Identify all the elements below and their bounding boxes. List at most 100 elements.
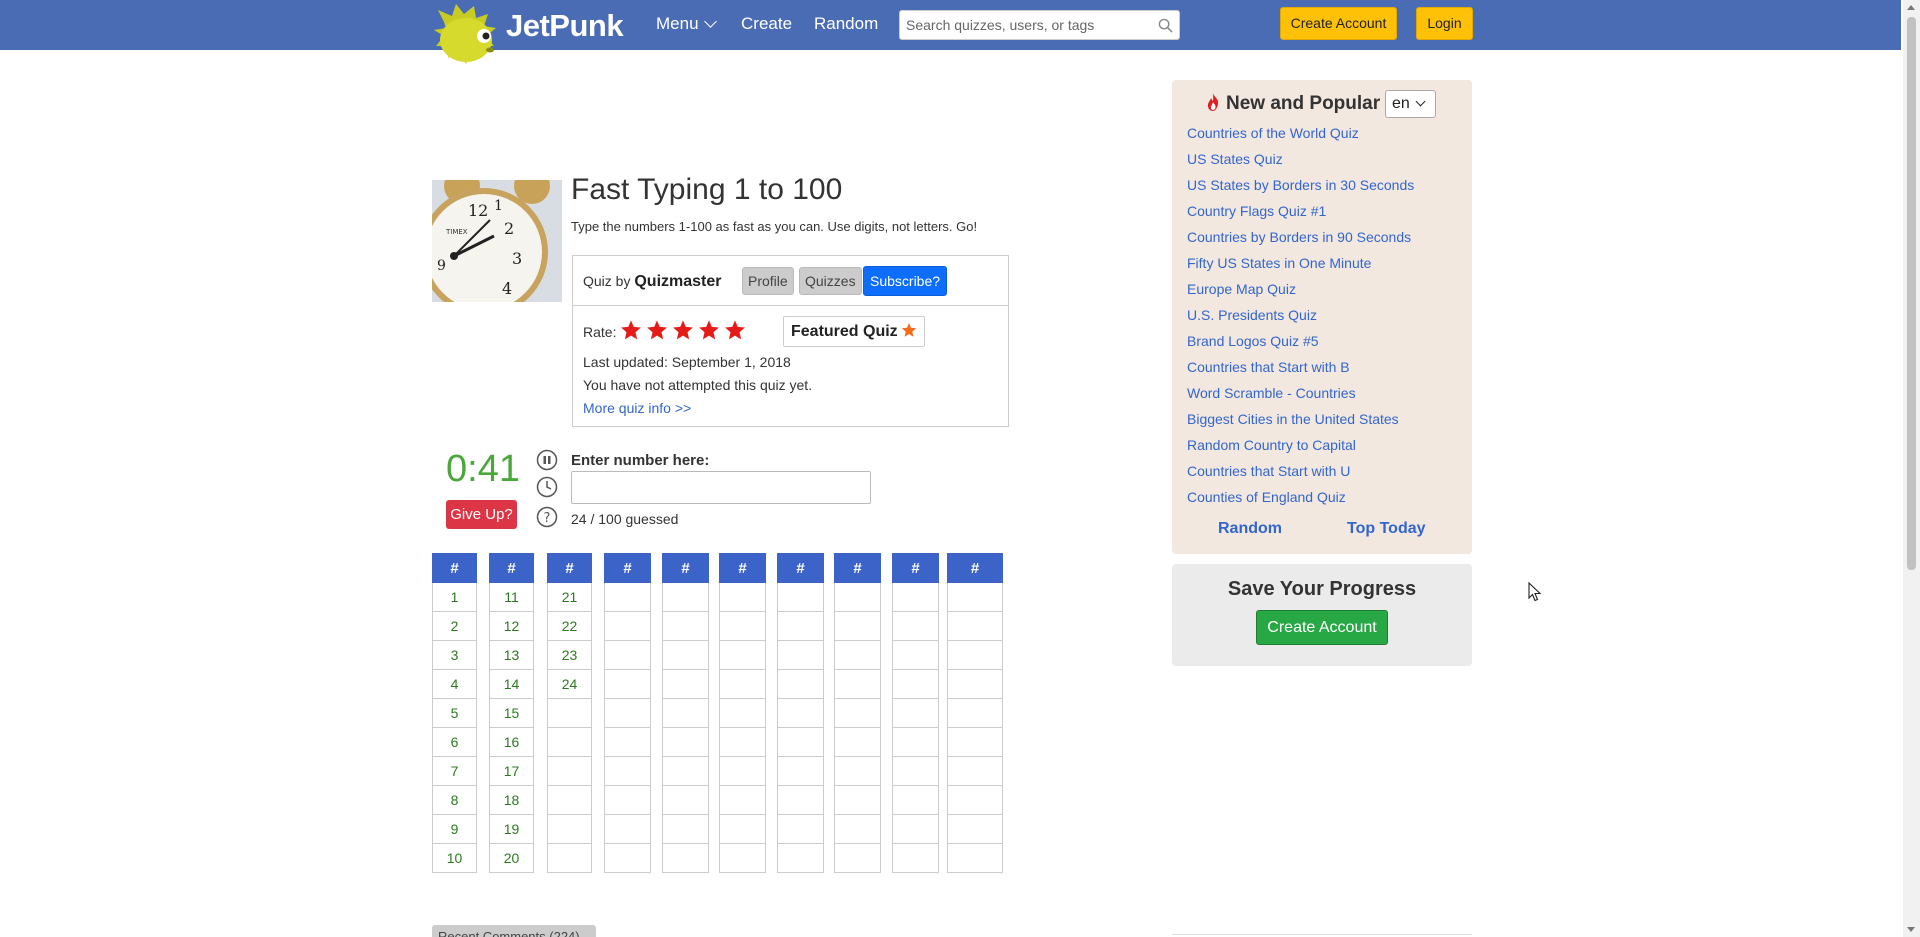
answer-cell bbox=[604, 757, 651, 786]
popular-quiz-link[interactable]: Countries by Borders in 90 Seconds bbox=[1187, 229, 1414, 255]
answer-cell bbox=[662, 583, 709, 612]
random-quiz-link[interactable]: Random bbox=[1218, 520, 1282, 538]
quiz-title: Fast Typing 1 to 100 bbox=[571, 173, 843, 206]
popular-quiz-link[interactable]: Brand Logos Quiz #5 bbox=[1187, 333, 1414, 359]
save-progress-panel: Save Your Progress Create Account bbox=[1172, 564, 1472, 666]
answer-cell bbox=[547, 757, 592, 786]
answer-cell bbox=[719, 844, 766, 873]
answer-column: # bbox=[892, 553, 939, 873]
more-quiz-info-link[interactable]: More quiz info >> bbox=[583, 400, 691, 416]
answer-column-header: # bbox=[547, 553, 592, 583]
answer-column-header: # bbox=[947, 553, 1003, 583]
rating-star-icon[interactable] bbox=[724, 319, 746, 341]
quiz-author[interactable]: Quizmaster bbox=[634, 273, 721, 290]
answer-cell bbox=[777, 699, 824, 728]
clock-icon[interactable] bbox=[536, 476, 558, 498]
mouse-cursor-icon bbox=[1528, 582, 1542, 602]
answer-cell: 16 bbox=[489, 728, 534, 757]
answer-cell bbox=[834, 583, 881, 612]
create-account-button[interactable]: Create Account bbox=[1280, 7, 1397, 40]
language-select[interactable]: en bbox=[1385, 90, 1436, 118]
rating-star-icon[interactable] bbox=[646, 319, 668, 341]
scroll-thumb[interactable] bbox=[1907, 17, 1916, 570]
answer-cell: 3 bbox=[432, 641, 477, 670]
answer-cell bbox=[777, 728, 824, 757]
popular-quiz-link[interactable]: US States Quiz bbox=[1187, 151, 1414, 177]
popular-quiz-link[interactable]: Word Scramble - Countries bbox=[1187, 385, 1414, 411]
popular-quiz-link[interactable]: Country Flags Quiz #1 bbox=[1187, 203, 1414, 229]
clock-image-icon: 12 2 3 4 1 9 TIMEX bbox=[432, 180, 562, 302]
nav-create[interactable]: Create bbox=[741, 14, 792, 34]
help-icon[interactable]: ? bbox=[536, 506, 558, 528]
answer-column: #1 2 3 4 5 6 7 8 9 10 bbox=[432, 553, 477, 873]
subscribe-button[interactable]: Subscribe? bbox=[863, 266, 948, 296]
search-input[interactable] bbox=[900, 11, 1150, 39]
answer-cell: 5 bbox=[432, 699, 477, 728]
login-button[interactable]: Login bbox=[1416, 7, 1473, 40]
answer-cell bbox=[947, 612, 1003, 641]
answer-cell: 11 bbox=[489, 583, 534, 612]
svg-text:?: ? bbox=[544, 511, 551, 526]
nav-random[interactable]: Random bbox=[814, 14, 878, 34]
page-scrollbar[interactable] bbox=[1903, 0, 1920, 937]
answer-cell: 10 bbox=[432, 844, 477, 873]
scroll-down-arrow-icon[interactable] bbox=[1907, 927, 1915, 932]
answer-cell: 24 bbox=[547, 670, 592, 699]
answer-cell bbox=[547, 815, 592, 844]
answer-cell bbox=[662, 612, 709, 641]
scroll-up-arrow-icon[interactable] bbox=[1907, 5, 1915, 10]
answer-column-header: # bbox=[662, 553, 709, 583]
answer-cell: 23 bbox=[547, 641, 592, 670]
popular-quiz-link[interactable]: Countries that Start with U bbox=[1187, 463, 1414, 489]
popular-quiz-link[interactable]: US States by Borders in 30 Seconds bbox=[1187, 177, 1414, 203]
give-up-button[interactable]: Give Up? bbox=[446, 500, 517, 529]
quizzes-button[interactable]: Quizzes bbox=[799, 267, 862, 295]
rating-star-icon[interactable] bbox=[620, 319, 642, 341]
answer-input[interactable] bbox=[571, 471, 871, 504]
logo-text[interactable]: JetPunk bbox=[506, 8, 624, 44]
guessed-count: 24 / 100 guessed bbox=[571, 511, 679, 527]
answer-column: #11 12 13 14 15 16 17 18 19 20 bbox=[489, 553, 534, 873]
quiz-description: Type the numbers 1-100 as fast as you ca… bbox=[571, 219, 978, 234]
popular-quiz-link[interactable]: Biggest Cities in the United States bbox=[1187, 411, 1414, 437]
rate-label: Rate: bbox=[583, 324, 617, 340]
answer-cell: 8 bbox=[432, 786, 477, 815]
popular-quiz-link[interactable]: Europe Map Quiz bbox=[1187, 281, 1414, 307]
popular-quiz-link[interactable]: Counties of England Quiz bbox=[1187, 489, 1414, 515]
svg-text:1: 1 bbox=[494, 198, 503, 214]
answer-cell bbox=[604, 728, 651, 757]
answer-cell bbox=[719, 641, 766, 670]
profile-button[interactable]: Profile bbox=[742, 267, 794, 295]
answer-cell bbox=[777, 815, 824, 844]
popular-quiz-link[interactable]: Random Country to Capital bbox=[1187, 437, 1414, 463]
popular-quiz-link[interactable]: U.S. Presidents Quiz bbox=[1187, 307, 1414, 333]
svg-text:4: 4 bbox=[502, 279, 512, 298]
popular-quiz-link[interactable]: Fifty US States in One Minute bbox=[1187, 255, 1414, 281]
answer-cell bbox=[947, 815, 1003, 844]
search-icon[interactable] bbox=[1158, 18, 1173, 33]
answer-cell bbox=[892, 641, 939, 670]
answer-cell bbox=[662, 786, 709, 815]
svg-text:3: 3 bbox=[512, 249, 522, 268]
answer-cell bbox=[892, 699, 939, 728]
pause-icon[interactable] bbox=[536, 449, 558, 471]
popular-quiz-link[interactable]: Countries of the World Quiz bbox=[1187, 125, 1414, 151]
rating-star-icon[interactable] bbox=[672, 319, 694, 341]
top-today-link[interactable]: Top Today bbox=[1347, 520, 1426, 538]
answer-cell bbox=[834, 699, 881, 728]
sidebar-create-account-button[interactable]: Create Account bbox=[1256, 610, 1388, 645]
popular-quiz-link[interactable]: Countries that Start with B bbox=[1187, 359, 1414, 385]
recent-comments-tab[interactable]: Recent Comments (224) bbox=[432, 925, 596, 937]
answer-cell: 18 bbox=[489, 786, 534, 815]
answer-cell bbox=[662, 728, 709, 757]
attempt-status: You have not attempted this quiz yet. bbox=[583, 377, 813, 393]
answer-cell: 14 bbox=[489, 670, 534, 699]
star-icon bbox=[901, 323, 916, 337]
answer-cell: 12 bbox=[489, 612, 534, 641]
quiz-by: Quiz by Quizmaster bbox=[583, 273, 722, 291]
nav-menu[interactable]: Menu bbox=[656, 14, 717, 34]
answer-cell bbox=[719, 670, 766, 699]
rating-star-icon[interactable] bbox=[698, 319, 720, 341]
answer-cell bbox=[834, 786, 881, 815]
answer-cell bbox=[719, 786, 766, 815]
